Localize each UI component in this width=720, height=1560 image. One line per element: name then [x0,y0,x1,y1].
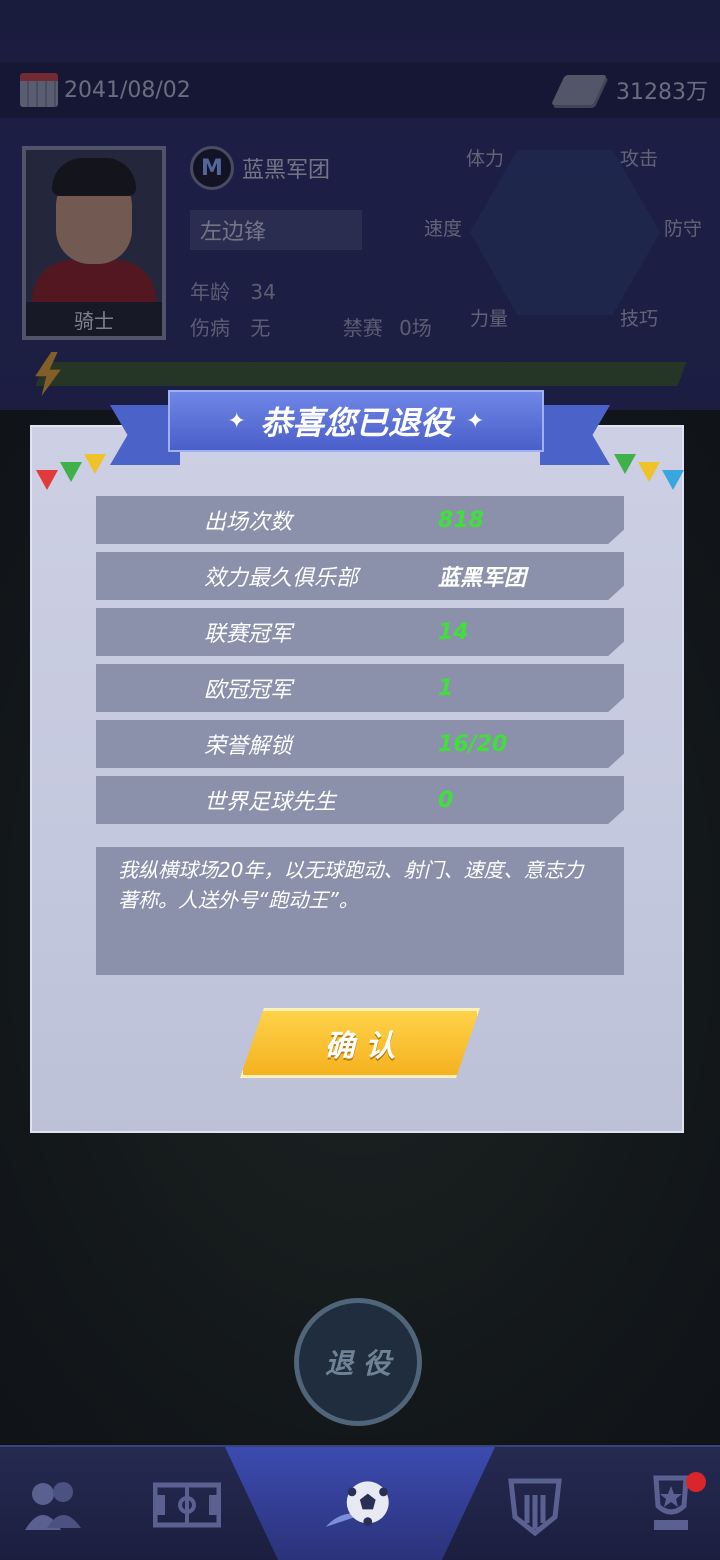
dialog-title-banner: ✦ 恭喜您已退役 ✦ [168,390,544,452]
stat-row: 欧冠冠军 1 [96,664,624,712]
confirm-button[interactable]: 确 认 [240,1008,480,1078]
stat-label: 世界足球先生 [204,790,337,815]
stat-label: 效力最久俱乐部 [204,566,359,591]
stat-row: 效力最久俱乐部 蓝黑军团 [96,552,624,600]
nav-club-badge-icon[interactable] [500,1470,570,1540]
stat-row: 联赛冠军 14 [96,608,624,656]
nav-football-icon[interactable] [324,1470,394,1540]
stat-row: 世界足球先生 0 [96,776,624,824]
stat-label: 联赛冠军 [204,622,293,647]
nav-team-icon[interactable] [18,1470,88,1540]
stat-label: 欧冠冠军 [204,678,293,703]
stat-value: 14 [438,619,469,645]
sparkle-icon: ✦ [466,408,485,434]
stat-row: 荣誉解锁 16/20 [96,720,624,768]
stat-label: 荣誉解锁 [204,734,293,759]
sparkle-icon: ✦ [227,408,246,434]
dialog-title: 恭喜您已退役 [259,404,452,442]
career-bio: 我纵横球场20年，以无球跑动、射门、速度、意志力著称。人送外号“跑动王”。 [96,847,624,975]
retire-button[interactable]: 退 役 [294,1298,422,1426]
stat-value: 0 [438,787,454,813]
stat-value: 1 [438,675,454,701]
nav-pitch-icon[interactable] [152,1470,222,1540]
stat-value: 818 [438,507,484,533]
stat-label: 出场次数 [204,510,293,535]
stat-value: 蓝黑军团 [438,566,527,591]
stat-row: 出场次数 818 [96,496,624,544]
stat-value: 16/20 [438,731,508,757]
notification-badge [686,1472,706,1492]
